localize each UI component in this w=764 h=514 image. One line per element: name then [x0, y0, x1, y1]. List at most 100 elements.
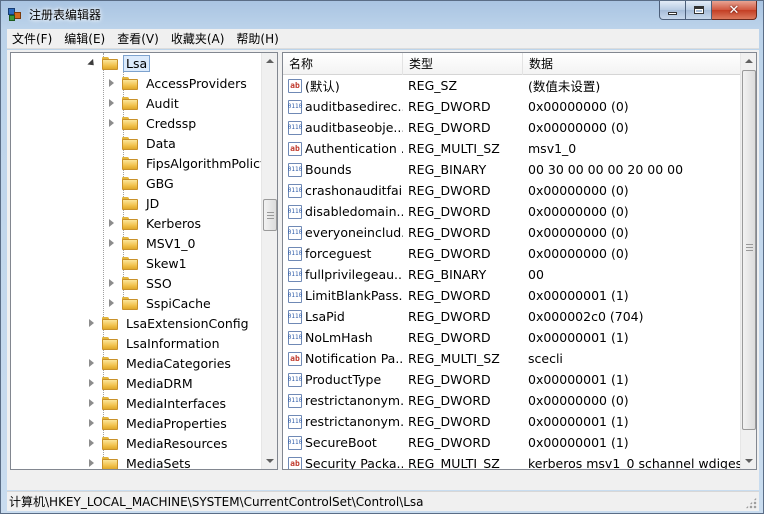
- tree-item-label: SspiCache: [146, 295, 211, 311]
- tree-item[interactable]: SSO: [107, 273, 175, 293]
- tree-item[interactable]: LsaExtensionConfig: [87, 313, 252, 333]
- value-row[interactable]: ab (默认) REG_SZ (数值未设置): [283, 75, 743, 96]
- tree-item[interactable]: MediaResources: [87, 433, 230, 453]
- tree-item[interactable]: Data: [107, 133, 179, 153]
- tree-item[interactable]: Credssp: [107, 113, 199, 133]
- value-name-cell: 0110 crashonauditfail: [283, 183, 403, 198]
- list-scroll-thumb[interactable]: [742, 70, 756, 430]
- menu-file[interactable]: 文件(F): [7, 29, 57, 49]
- menu-edit[interactable]: 编辑(E): [59, 29, 110, 49]
- tree-item-label: JD: [146, 195, 160, 211]
- minimize-button[interactable]: [659, 1, 686, 20]
- value-row[interactable]: 0110 fullprivilegeau... REG_BINARY 00: [283, 264, 743, 285]
- tree-item[interactable]: Lsa: [87, 53, 151, 73]
- value-name-cell: 0110 forceguest: [283, 246, 403, 261]
- tree-vertical-scrollbar[interactable]: [261, 53, 277, 469]
- current-key-path: 计算机\HKEY_LOCAL_MACHINE\SYSTEM\CurrentCon…: [9, 495, 424, 509]
- tree-item[interactable]: Audit: [107, 93, 182, 113]
- value-row[interactable]: 0110 restrictanonym... REG_DWORD 0x00000000…: [283, 390, 743, 411]
- tree-item[interactable]: JD: [107, 193, 162, 213]
- tree-item[interactable]: GBG: [107, 173, 177, 193]
- expand-arrow-icon[interactable]: [107, 119, 116, 128]
- value-rows: ab (默认) REG_SZ (数值未设置) 0110 auditbasedirec...…: [283, 75, 743, 469]
- tree-item[interactable]: Kerberos: [107, 213, 204, 233]
- value-row[interactable]: 0110 LsaPid REG_DWORD 0x000002c0 (704): [283, 306, 743, 327]
- folder-icon: [122, 216, 138, 230]
- column-header-data[interactable]: 数据: [523, 53, 743, 75]
- expand-arrow-icon[interactable]: [107, 239, 116, 248]
- tree-scroll-thumb[interactable]: [263, 199, 277, 231]
- string-value-icon: ab: [288, 141, 302, 156]
- value-row[interactable]: 0110 NoLmHash REG_DWORD 0x00000001 (1): [283, 327, 743, 348]
- value-row[interactable]: 0110 crashonauditfail REG_DWORD 0x00000000 …: [283, 180, 743, 201]
- value-row[interactable]: 0110 forceguest REG_DWORD 0x00000000 (0): [283, 243, 743, 264]
- value-row[interactable]: 0110 ProductType REG_DWORD 0x00000001 (1): [283, 369, 743, 390]
- tree-item[interactable]: MSV1_0: [107, 233, 198, 253]
- tree-item[interactable]: LsaInformation: [87, 333, 223, 353]
- tree-item[interactable]: MediaCategories: [87, 353, 234, 373]
- value-list-pane[interactable]: 名称 类型 数据 ab (默认) REG_SZ (数值未设置) 0110 auditbas…: [282, 52, 757, 470]
- value-row[interactable]: 0110 auditbaseobje... REG_DWORD 0x00000000 …: [283, 117, 743, 138]
- tree-scroll-up-arrow[interactable]: [262, 53, 277, 69]
- value-row[interactable]: 0110 SecureBoot REG_DWORD 0x00000001 (1): [283, 432, 743, 453]
- folder-icon: [122, 296, 138, 310]
- value-row[interactable]: 0110 LimitBlankPass... REG_DWORD 0x00000001…: [283, 285, 743, 306]
- folder-icon: [122, 236, 138, 250]
- tree-item[interactable]: SspiCache: [107, 293, 214, 313]
- column-header-name[interactable]: 名称: [283, 53, 403, 75]
- list-scroll-up-arrow[interactable]: [741, 53, 756, 69]
- expand-arrow-icon[interactable]: [87, 359, 96, 368]
- tree-item-label: MediaDRM: [126, 375, 193, 391]
- expand-arrow-icon[interactable]: [107, 219, 116, 228]
- menu-help[interactable]: 帮助(H): [231, 29, 283, 49]
- tree-item[interactable]: MediaSets: [87, 453, 194, 469]
- tree-item[interactable]: FipsAlgorithmPolicy: [107, 153, 270, 173]
- string-value-icon: ab: [288, 78, 302, 93]
- value-row[interactable]: 0110 Bounds REG_BINARY 00 30 00 00 00 20 00…: [283, 159, 743, 180]
- close-button[interactable]: ✕: [712, 1, 757, 20]
- value-row[interactable]: 0110 everyoneinclud... REG_DWORD 0x00000000…: [283, 222, 743, 243]
- binary-value-icon: 0110: [288, 393, 302, 408]
- key-tree-pane[interactable]: Lsa AccessProviders Audit Credssp Data FipsAl…: [10, 52, 278, 470]
- menu-bar: 文件(F) 编辑(E) 查看(V) 收藏夹(A) 帮助(H): [7, 29, 759, 49]
- expand-arrow-icon[interactable]: [87, 459, 96, 468]
- maximize-button[interactable]: [686, 1, 712, 20]
- client-area: Lsa AccessProviders Audit Credssp Data FipsAl…: [7, 50, 759, 490]
- string-value-icon: ab: [288, 351, 302, 366]
- folder-icon: [102, 396, 118, 410]
- tree-item[interactable]: MediaDRM: [87, 373, 196, 393]
- expand-arrow-icon[interactable]: [107, 99, 116, 108]
- expand-arrow-icon[interactable]: [107, 79, 116, 88]
- tree-scroll-down-arrow[interactable]: [262, 453, 277, 469]
- column-header-type[interactable]: 类型: [403, 53, 523, 75]
- list-vertical-scrollbar[interactable]: [740, 53, 756, 469]
- expand-arrow-icon[interactable]: [107, 299, 116, 308]
- tree-item[interactable]: MediaProperties: [87, 413, 230, 433]
- menu-view[interactable]: 查看(V): [112, 29, 164, 49]
- tree-item[interactable]: Skew1: [107, 253, 190, 273]
- resize-grip[interactable]: [745, 497, 757, 509]
- expand-arrow-icon[interactable]: [87, 379, 96, 388]
- value-row[interactable]: 0110 auditbasedirec... REG_DWORD 0x00000000…: [283, 96, 743, 117]
- value-name: Notification Pa...: [305, 351, 403, 366]
- expand-arrow-icon[interactable]: [87, 319, 96, 328]
- value-row[interactable]: 0110 restrictanonym... REG_DWORD 0x00000001…: [283, 411, 743, 432]
- collapse-arrow-icon[interactable]: [87, 59, 96, 68]
- title-bar[interactable]: 注册表编辑器 ✕: [1, 1, 763, 27]
- list-scroll-down-arrow[interactable]: [741, 453, 756, 469]
- value-data: 00: [528, 267, 544, 282]
- tree-item-label: AccessProviders: [146, 75, 247, 91]
- value-row[interactable]: ab Security Packa... REG_MULTI_SZ kerberos …: [283, 453, 743, 469]
- value-row[interactable]: 0110 disabledomain... REG_DWORD 0x00000000 …: [283, 201, 743, 222]
- tree-item[interactable]: AccessProviders: [107, 73, 250, 93]
- value-row[interactable]: ab Notification Pa... REG_MULTI_SZ scecli: [283, 348, 743, 369]
- no-expander: [107, 199, 116, 208]
- expand-arrow-icon[interactable]: [87, 399, 96, 408]
- expand-arrow-icon[interactable]: [107, 279, 116, 288]
- menu-favorites[interactable]: 收藏夹(A): [166, 29, 230, 49]
- value-type: REG_BINARY: [408, 267, 487, 282]
- expand-arrow-icon[interactable]: [87, 419, 96, 428]
- expand-arrow-icon[interactable]: [87, 439, 96, 448]
- tree-item[interactable]: MediaInterfaces: [87, 393, 229, 413]
- value-row[interactable]: ab Authentication ... REG_MULTI_SZ msv1_0: [283, 138, 743, 159]
